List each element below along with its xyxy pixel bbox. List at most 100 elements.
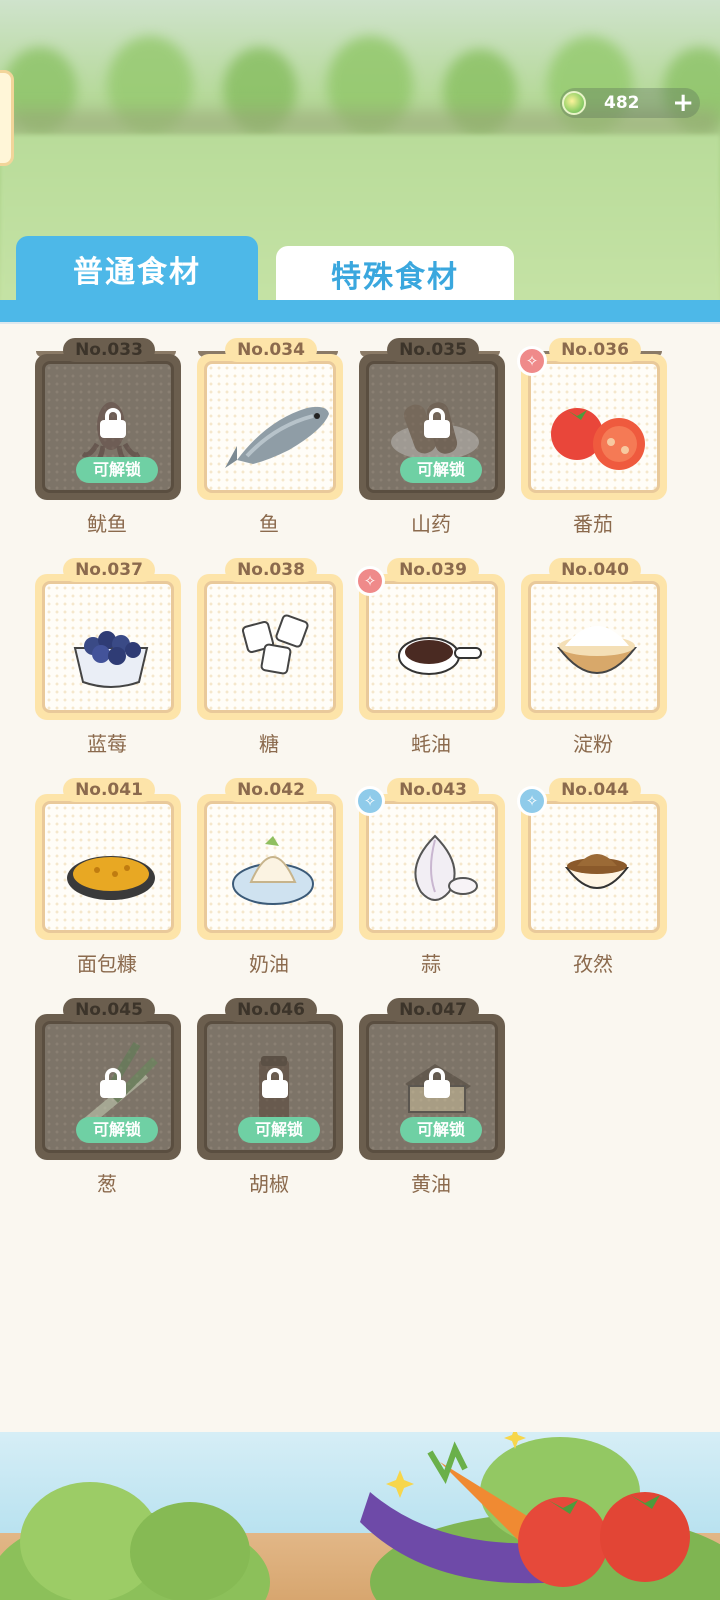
add-currency-button[interactable]: + xyxy=(672,88,694,118)
item-number: No.046 xyxy=(225,998,317,1022)
card-image-area xyxy=(528,361,660,493)
card-frame: 可解锁 xyxy=(35,354,181,500)
ingredient-card[interactable]: No.038 xyxy=(197,556,343,720)
ingredient-card[interactable]: No.046 可解锁 xyxy=(197,996,343,1160)
garlic-icon xyxy=(414,834,478,901)
lock-icon xyxy=(262,1068,288,1098)
ingredient-card[interactable]: No.033 可解锁 xyxy=(35,336,181,500)
blueberry-icon xyxy=(73,631,149,688)
card-frame: 可解锁 xyxy=(197,1014,343,1160)
side-panel-handle[interactable] xyxy=(0,70,14,166)
card-frame: 可解锁 xyxy=(35,1014,181,1160)
card-image-area xyxy=(204,581,336,713)
unlockable-badge[interactable]: 可解锁 xyxy=(76,1117,158,1143)
vegetables-illustration xyxy=(0,1432,720,1600)
ingredient-name: 淀粉 xyxy=(573,732,613,756)
ingredient-card[interactable]: No.037 xyxy=(35,556,181,720)
ingredient-card[interactable]: No.040 xyxy=(521,556,667,720)
ingredient-card[interactable]: No.042 xyxy=(197,776,343,940)
card-frame xyxy=(197,794,343,940)
currency-counter: 482 + xyxy=(560,88,700,118)
ingredient-name: 番茄 xyxy=(573,512,613,536)
tomato-icon xyxy=(551,408,645,470)
vegetable-footer-decoration xyxy=(0,1432,720,1600)
card-image-area xyxy=(42,801,174,933)
cream-icon xyxy=(232,836,314,905)
card-image-area xyxy=(42,581,174,713)
unlockable-badge[interactable]: 可解锁 xyxy=(400,457,482,483)
lock-icon xyxy=(424,1068,450,1098)
item-number: No.047 xyxy=(387,998,479,1022)
oyster-sauce-icon xyxy=(398,637,482,675)
fish-icon xyxy=(225,406,329,468)
ingredient-name: 奶油 xyxy=(249,952,289,976)
card-image-area: 可解锁 xyxy=(204,1021,336,1153)
item-number: No.034 xyxy=(225,338,317,362)
ingredient-name: 鱼 xyxy=(259,512,279,536)
card-frame: 可解锁 xyxy=(359,1014,505,1160)
card-image-area: 可解锁 xyxy=(366,361,498,493)
unlockable-badge[interactable]: 可解锁 xyxy=(400,1117,482,1143)
currency-amount: 482 xyxy=(604,93,640,113)
card-frame xyxy=(197,354,343,500)
ingredient-card[interactable]: No.043 ✧ xyxy=(355,776,505,940)
card-image-area xyxy=(528,801,660,933)
chef-hat-icon: ✧ xyxy=(517,786,547,816)
tab-bar xyxy=(0,300,720,322)
item-number: No.033 xyxy=(63,338,155,362)
chef-hat-icon: ✧ xyxy=(517,346,547,376)
ingredient-name: 蓝莓 xyxy=(87,732,127,756)
ingredient-grid[interactable]: 包菜 玉米 莴笋 黄瓜 No.033可解锁鱿鱼No.034鱼No.035可解锁山… xyxy=(0,322,720,1434)
card-image-area: 可解锁 xyxy=(366,1021,498,1153)
breadcrumbs-icon xyxy=(67,856,155,900)
coin-icon xyxy=(562,91,586,115)
ingredient-card[interactable]: No.035 可解锁 xyxy=(359,336,505,500)
ingredient-name: 面包糠 xyxy=(77,952,137,976)
item-number: No.045 xyxy=(63,998,155,1022)
card-frame xyxy=(197,574,343,720)
card-frame xyxy=(359,574,505,720)
lock-icon xyxy=(100,1068,126,1098)
item-number: No.036 xyxy=(549,338,641,362)
item-number: No.042 xyxy=(225,778,317,802)
item-number: No.039 xyxy=(387,558,479,582)
unlockable-badge[interactable]: 可解锁 xyxy=(238,1117,320,1143)
item-number: No.035 xyxy=(387,338,479,362)
ingredient-name: 糖 xyxy=(259,732,279,756)
ingredient-card[interactable]: No.044 ✧ xyxy=(517,776,667,940)
ingredient-card[interactable]: No.039 ✧ xyxy=(355,556,505,720)
card-image-area xyxy=(204,361,336,493)
unlockable-badge[interactable]: 可解锁 xyxy=(76,457,158,483)
card-frame xyxy=(35,574,181,720)
card-frame xyxy=(521,574,667,720)
ingredient-name: 鱿鱼 xyxy=(87,512,127,536)
ingredient-name: 蒜 xyxy=(421,952,441,976)
card-image-area xyxy=(366,801,498,933)
ingredient-name: 胡椒 xyxy=(249,1172,289,1196)
tab-special-ingredients[interactable]: 特殊食材 xyxy=(276,246,514,302)
item-number: No.044 xyxy=(549,778,641,802)
ingredient-name: 葱 xyxy=(97,1172,117,1196)
card-frame xyxy=(35,794,181,940)
card-frame xyxy=(521,794,667,940)
ingredient-card[interactable]: No.041 xyxy=(35,776,181,940)
ingredient-card[interactable]: No.036 ✧ xyxy=(517,336,667,500)
lock-icon xyxy=(100,408,126,438)
item-number: No.037 xyxy=(63,558,155,582)
card-image-area xyxy=(204,801,336,933)
item-number: No.043 xyxy=(387,778,479,802)
ingredient-card[interactable]: No.047 可解锁 xyxy=(359,996,505,1160)
lock-icon xyxy=(424,408,450,438)
ingredient-card[interactable]: No.045 可解锁 xyxy=(35,996,181,1160)
chef-hat-icon: ✧ xyxy=(355,566,385,596)
tab-normal-ingredients[interactable]: 普通食材 xyxy=(16,236,258,302)
cumin-icon xyxy=(564,854,630,889)
card-image-area: 可解锁 xyxy=(42,1021,174,1153)
card-frame: 可解锁 xyxy=(359,354,505,500)
ingredient-name: 黄油 xyxy=(411,1172,451,1196)
card-image-area: 可解锁 xyxy=(42,361,174,493)
card-image-area xyxy=(528,581,660,713)
card-image-area xyxy=(366,581,498,713)
ingredient-card[interactable]: No.034 xyxy=(197,336,343,500)
ingredient-name: 蚝油 xyxy=(411,732,451,756)
